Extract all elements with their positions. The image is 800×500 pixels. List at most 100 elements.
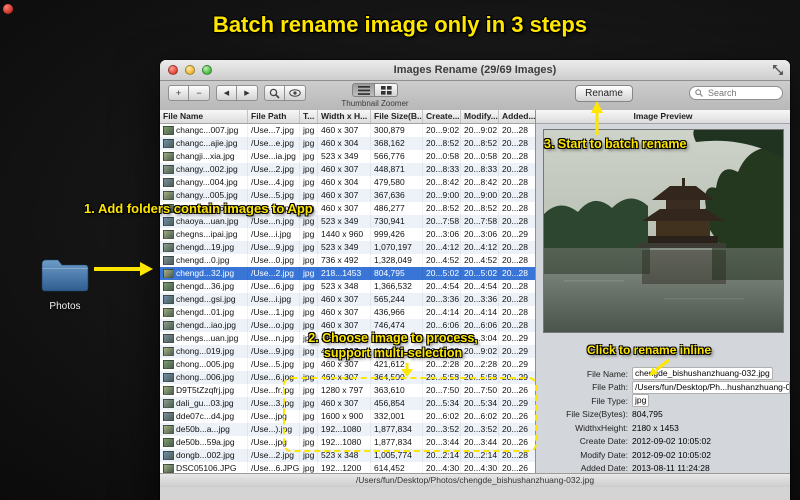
column-header[interactable]: T... <box>300 110 318 123</box>
thumbnail-zoomer-label: Thumbnail Zoomer <box>341 99 409 108</box>
column-header[interactable]: Width x H... <box>318 110 371 123</box>
cell-modify: 20...2:14 <box>461 449 499 462</box>
search-field[interactable] <box>689 86 783 100</box>
cell-file-name: chaoya...uan.jpg <box>160 215 248 228</box>
cell-size: 479,580 <box>371 176 423 189</box>
table-row[interactable]: chengd...36.jpg /Use...6.jpg jpg 523 x 3… <box>160 280 535 293</box>
add-folder-button[interactable]: + <box>168 85 189 101</box>
thumbnail-view-button[interactable] <box>375 83 398 97</box>
minimize-button[interactable] <box>185 65 195 75</box>
cell-added: 20...28 <box>502 203 528 213</box>
cell-modify: 20...8:52 <box>461 202 499 215</box>
table-row[interactable]: changy...004.jpg /Use...4.jpg jpg 460 x … <box>160 176 535 189</box>
photos-folder[interactable]: Photos <box>36 254 94 312</box>
cell-path: /Use...e.jpg <box>248 137 300 150</box>
column-header[interactable]: Added... <box>499 110 535 123</box>
rename-button[interactable]: Rename <box>575 85 633 102</box>
table-row[interactable]: changy...002.jpg /Use...2.jpg jpg 460 x … <box>160 163 535 176</box>
table-row[interactable]: chaoya...uan.jpg /Use...n.jpg jpg 523 x … <box>160 215 535 228</box>
cell-type: jpg <box>300 137 318 150</box>
remove-button[interactable]: − <box>189 85 210 101</box>
thumbnail-icon <box>163 191 174 200</box>
cell-added: 20...28 <box>502 450 528 460</box>
thumbnail-icon <box>163 451 174 460</box>
field-label: File Path: <box>592 382 628 393</box>
column-header[interactable]: File Name <box>160 110 248 123</box>
table-row[interactable]: dongb...002.jpg /Use...2.jpg jpg 523 x 3… <box>160 449 535 462</box>
column-header[interactable]: File Size(B... <box>371 110 423 123</box>
cell-dims: 460 x 307 <box>318 293 371 306</box>
zoom-loupe-button[interactable] <box>264 85 285 101</box>
table-row[interactable]: changji...xia.jpg /Use...ia.jpg jpg 523 … <box>160 150 535 163</box>
cell-path: /Use...i.jpg <box>248 228 300 241</box>
cell-modify: 20...8:52 <box>461 137 499 150</box>
field-value[interactable]: jpg <box>632 394 650 408</box>
cell-type: jpg <box>300 410 318 423</box>
preview-eye-button[interactable] <box>285 85 306 101</box>
table-row[interactable]: changc...007.jpg /Use...7.jpg jpg 460 x … <box>160 124 535 137</box>
thumbnail-icon <box>163 230 174 239</box>
column-header[interactable]: Modify... <box>461 110 499 123</box>
search-input[interactable] <box>706 87 777 99</box>
field-value: 2013-08-11 11:24:28 <box>632 463 710 474</box>
back-button[interactable]: ◀ <box>216 85 237 101</box>
table-row[interactable]: chengd...01.jpg /Use...1.jpg jpg 460 x 3… <box>160 306 535 319</box>
cell-size: 1,877,834 <box>371 436 423 449</box>
cell-create: 20...9:02 <box>423 124 461 137</box>
thumbnail-icon <box>163 165 174 174</box>
cell-dims: 460 x 307 <box>318 306 371 319</box>
table-row[interactable]: chengd...gsi.jpg /Use...i.jpg jpg 460 x … <box>160 293 535 306</box>
cell-create: 20...5:58 <box>423 371 461 384</box>
cell-added: 20...28 <box>502 125 528 135</box>
cell-type: jpg <box>300 176 318 189</box>
fullscreen-icon[interactable] <box>773 65 783 75</box>
table-row[interactable]: dde07c...d4.jpg /Use...jpg jpg 1600 x 90… <box>160 410 535 423</box>
cell-dims: 460 x 304 <box>318 137 371 150</box>
recording-indicator-dot <box>3 4 13 14</box>
cell-file-name: changji...xia.jpg <box>160 150 248 163</box>
forward-button[interactable]: ▶ <box>237 85 258 101</box>
table-row[interactable]: chengd...19.jpg /Use...9.jpg jpg 523 x 3… <box>160 241 535 254</box>
cell-dims: 218...1453 <box>318 267 371 280</box>
field-label: Added Date: <box>580 463 628 474</box>
column-header[interactable]: Create... <box>423 110 461 123</box>
cell-path: /Use...6.jpg <box>248 280 300 293</box>
arrow-to-selection <box>401 363 413 377</box>
close-button[interactable] <box>168 65 178 75</box>
table-row[interactable]: chong...006.jpg /Use...6.jpg jpg 460 x 3… <box>160 371 535 384</box>
cell-modify: 20...9:02 <box>461 124 499 137</box>
cell-dims: 460 x 307 <box>318 397 371 410</box>
table-row[interactable]: chegns...ipai.jpg /Use...i.jpg jpg 1440 … <box>160 228 535 241</box>
cell-added: 20...28 <box>502 281 528 291</box>
cell-added: 20...26 <box>502 437 528 447</box>
field-value[interactable]: /Users/fun/Desktop/Ph...hushanzhuang-032… <box>632 380 790 394</box>
window-content: File Name File Path T... Width x H... File S… <box>160 110 790 487</box>
view-mode-segmented-control <box>352 83 398 97</box>
cell-name: de50b...59a.jpg <box>176 437 235 447</box>
list-view-button[interactable] <box>352 83 375 97</box>
zoom-window-button[interactable] <box>202 65 212 75</box>
cell-modify: 20...3:44 <box>461 436 499 449</box>
cell-type: jpg <box>300 293 318 306</box>
thumbnail-icon <box>163 399 174 408</box>
column-header[interactable]: File Path <box>248 110 300 123</box>
table-row[interactable]: dali_gu...03.jpg /Use...3.jpg jpg 460 x … <box>160 397 535 410</box>
field-value: 804,795 <box>632 409 663 420</box>
table-row[interactable]: de50b...59a.jpg /Use...jpg jpg 192...108… <box>160 436 535 449</box>
thumbnail-icon <box>163 243 174 252</box>
cell-size: 368,162 <box>371 137 423 150</box>
cell-added: 20...28 <box>502 268 528 278</box>
cell-file-name: chengd...19.jpg <box>160 241 248 254</box>
table-row[interactable]: D9T5tZzqfrj.jpg /Use...fr.jpg jpg 1280 x… <box>160 384 535 397</box>
thumbnail-icon <box>163 152 174 161</box>
table-row[interactable]: chengd...32.jpg /Use...2.jpg jpg 218...1… <box>160 267 535 280</box>
table-row[interactable]: chengd...0.jpg /Use...0.jpg jpg 736 x 49… <box>160 254 535 267</box>
cell-file-name: chengd...gsi.jpg <box>160 293 248 306</box>
table-row[interactable]: de50b...a...jpg /Use...).jpg jpg 192...1… <box>160 423 535 436</box>
table-row[interactable]: changc...ajie.jpg /Use...e.jpg jpg 460 x… <box>160 137 535 150</box>
thumbnail-icon <box>163 373 174 382</box>
field-label: Modify Date: <box>580 449 628 460</box>
preview-field: File Path: /Users/fun/Desktop/Ph...hushan… <box>536 380 790 395</box>
cell-name: dongb...002.jpg <box>176 450 235 460</box>
cell-path: /Use...9.jpg <box>248 241 300 254</box>
